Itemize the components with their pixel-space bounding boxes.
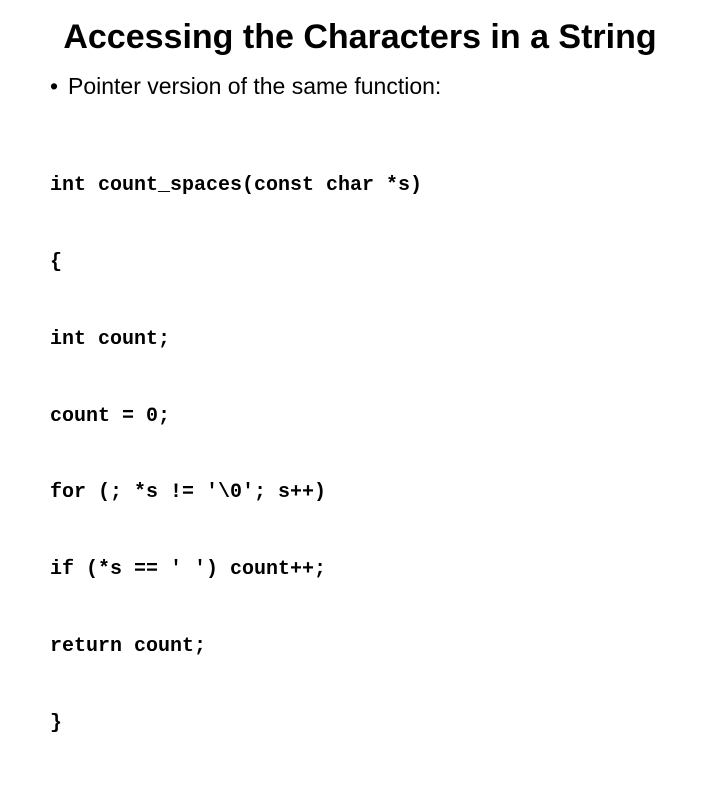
bullet-marker: •: [50, 73, 68, 100]
code-line: }: [50, 711, 672, 737]
code-line: return count;: [50, 634, 672, 660]
code-line: if (*s == ' ') count++;: [50, 557, 672, 583]
slide-title: Accessing the Characters in a String: [48, 18, 672, 57]
bullet-text: Pointer version of the same function:: [68, 73, 672, 100]
code-line: int count_spaces(const char *s): [50, 173, 672, 199]
code-block: int count_spaces(const char *s) { int co…: [50, 122, 672, 787]
code-line: int count;: [50, 327, 672, 353]
code-line: count = 0;: [50, 404, 672, 430]
code-line: {: [50, 250, 672, 276]
code-line: for (; *s != '\0'; s++): [50, 480, 672, 506]
bullet-item: • Pointer version of the same function:: [50, 73, 672, 100]
slide: Accessing the Characters in a String • P…: [0, 0, 720, 540]
